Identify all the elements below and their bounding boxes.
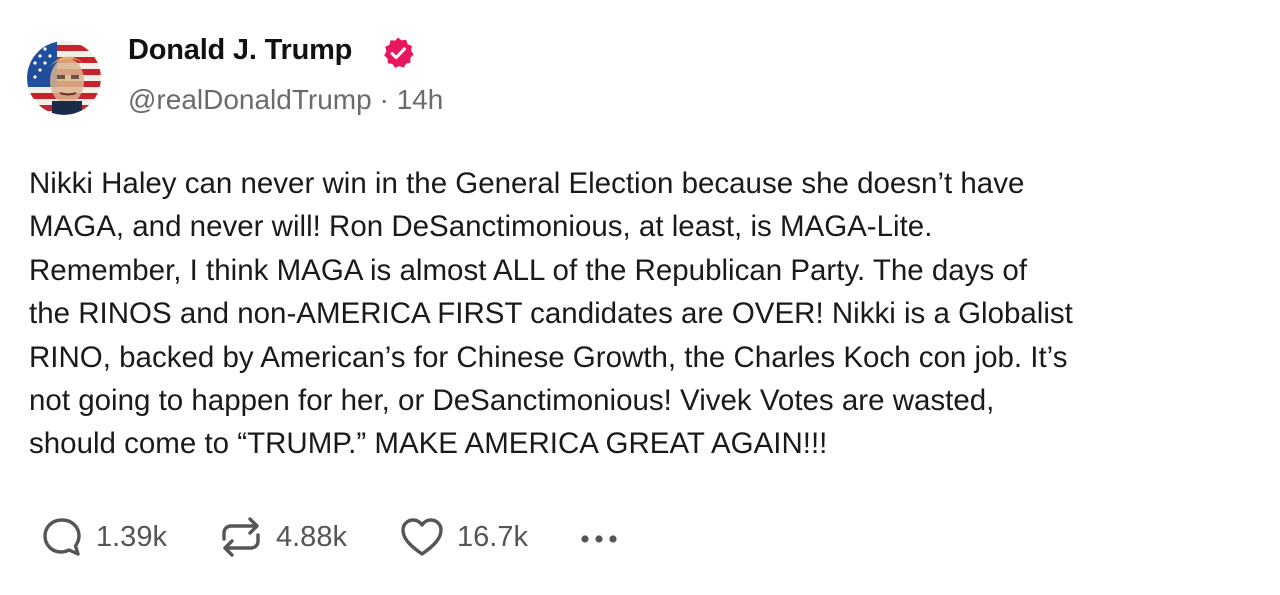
author-handle[interactable]: @realDonaldTrump [128,84,372,115]
author-meta: @realDonaldTrump · 14h [128,84,443,116]
author-display-name[interactable]: Donald J. Trump [128,34,352,67]
more-options-button[interactable] [576,512,622,562]
reply-icon [43,518,81,556]
more-icon [581,535,617,543]
repost-button[interactable]: 4.88k [218,512,347,562]
meta-separator: · [379,84,389,115]
reply-button[interactable]: 1.39k [40,512,167,562]
heart-icon [401,518,443,556]
verified-badge-icon [381,36,415,70]
avatar[interactable] [27,41,101,115]
avatar-flag-portrait-icon [27,41,101,115]
reply-count: 1.39k [96,520,167,553]
like-count: 16.7k [457,520,528,553]
post-card: Donald J. Trump @realDonaldTrump · 14h N… [0,0,1280,595]
post-timestamp[interactable]: 14h [397,84,444,115]
post-text: Nikki Haley can never win in the General… [29,167,1073,461]
like-button[interactable]: 16.7k [399,512,528,562]
repost-count: 4.88k [276,520,347,553]
repost-icon [222,517,260,557]
